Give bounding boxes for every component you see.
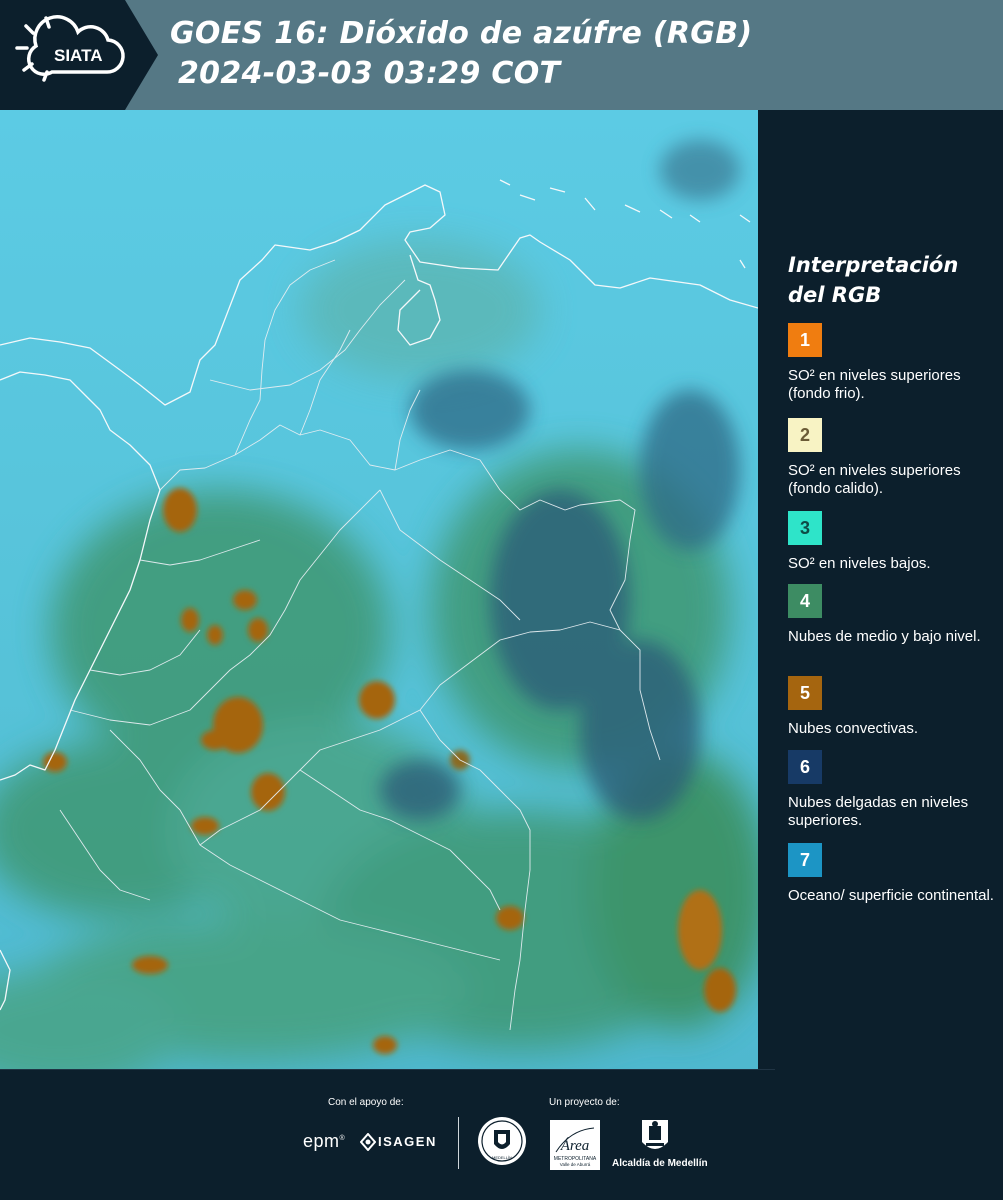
legend-swatch: 2 (788, 418, 822, 452)
svg-text:Valle de Aburrá: Valle de Aburrá (560, 1162, 591, 1167)
page-timestamp: 2024-03-03 03:29 COT (178, 56, 561, 91)
legend-item: 4 Nubes de medio y bajo nivel. (788, 584, 998, 646)
legend-text: Nubes convectivas. (788, 720, 919, 737)
legend-item: 2 SO² en niveles superiores (fondo calid… (788, 418, 998, 498)
epm-logo: epm® (303, 1131, 346, 1151)
support-label: Con el apoyo de: (328, 1097, 404, 1108)
legend-item: 6 Nubes delgadas en niveles superiores. (788, 750, 998, 830)
legend-text: Oceano/ superficie continental. (788, 887, 994, 904)
svg-text:Área: Área (560, 1137, 590, 1154)
header-bar: SIATA GOES 16: Dióxido de azúfre (RGB) 2… (0, 0, 1003, 110)
page-title: GOES 16: Dióxido de azúfre (RGB) (170, 16, 753, 51)
legend-title: Interpretación del RGB (788, 253, 959, 307)
footer-divider (458, 1117, 459, 1169)
isagen-icon (360, 1133, 376, 1151)
alcaldia-medellin-logo: Alcaldía de Medellín (612, 1118, 708, 1173)
legend-text: SO² en niveles bajos. (788, 555, 931, 572)
legend-item: 5 Nubes convectivas. (788, 676, 998, 738)
legend-text: Nubes de medio y bajo nivel. (788, 628, 981, 645)
legend-swatch: 7 (788, 843, 822, 877)
svg-text:SIATA: SIATA (54, 46, 102, 65)
legend-text: SO² en niveles superiores (fondo frio). (788, 367, 961, 402)
alcaldia-label: Alcaldía de Medellín (612, 1158, 708, 1169)
legend-swatch: 6 (788, 750, 822, 784)
legend-item: 1 SO² en niveles superiores (fondo frio)… (788, 323, 998, 403)
area-metropolitana-logo: Área METROPOLITANA Valle de Aburrá (550, 1120, 600, 1170)
isagen-logo: ISAGEN (360, 1133, 440, 1153)
project-label: Un proyecto de: (549, 1097, 620, 1108)
legend-swatch: 3 (788, 511, 822, 545)
legend-text: Nubes delgadas en niveles superiores. (788, 794, 969, 829)
siata-logo: SIATA (0, 0, 160, 110)
legend-swatch: 1 (788, 323, 822, 357)
medellin-seal-logo: MEDELLÍN (477, 1116, 527, 1166)
legend-panel: Interpretación del RGB (788, 250, 998, 310)
satellite-map[interactable] (0, 110, 758, 1070)
legend-swatch: 5 (788, 676, 822, 710)
legend-text: SO² en niveles superiores (fondo calido)… (788, 462, 961, 497)
legend-item: 7 Oceano/ superficie continental. (788, 843, 998, 905)
svg-text:MEDELLÍN: MEDELLÍN (492, 1155, 512, 1160)
legend-swatch: 4 (788, 584, 822, 618)
alcaldia-shield-icon (642, 1120, 668, 1149)
legend-item: 3 SO² en niveles bajos. (788, 511, 998, 573)
